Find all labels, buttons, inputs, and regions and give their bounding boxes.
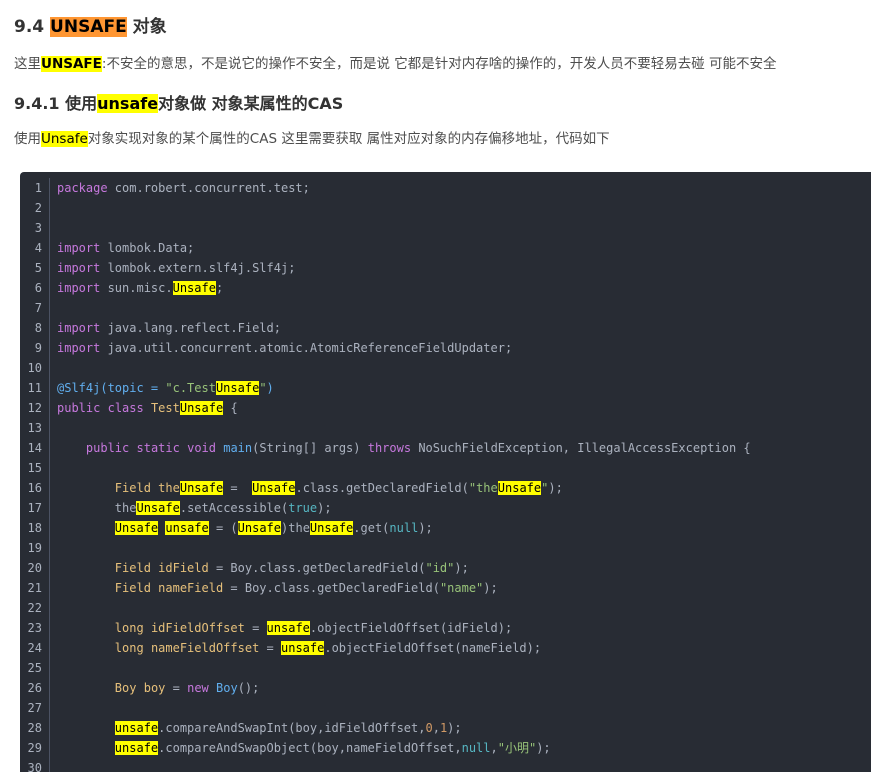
line-number: 8 [20,318,50,338]
code-line: 13 [20,418,57,438]
line-number: 28 [20,718,50,738]
search-highlight: unsafe [97,94,159,113]
code-line: 23 long idFieldOffset = unsafe.objectFie… [20,618,512,638]
heading-text: 对象 [126,17,167,37]
code-line: 6 import sun.misc.Unsafe; [20,278,223,298]
code-line: 24 long nameFieldOffset = unsafe.objectF… [20,638,541,658]
line-number: 14 [20,438,50,458]
line-number: 25 [20,658,50,678]
line-number: 16 [20,478,50,498]
code-line: 7 [20,298,57,318]
line-number: 27 [20,698,50,718]
line-number: 21 [20,578,50,598]
line-number: 10 [20,358,50,378]
code-line: 16 Field theUnsafe = Unsafe.class.getDec… [20,478,563,498]
line-number: 2 [20,198,50,218]
code-line: 4 import lombok.Data; [20,238,194,258]
para-text: 使用 [14,131,41,147]
code-line: 18 Unsafe unsafe = (Unsafe)theUnsafe.get… [20,518,433,538]
code-line: 2 [20,198,57,218]
line-number: 12 [20,398,50,418]
line-number: 26 [20,678,50,698]
code-line: 17 theUnsafe.setAccessible(true); [20,498,332,518]
intro-paragraph: 这里UNSAFE:不安全的意思，不是说它的操作不安全，而是说 它都是针对内存啥的… [14,53,777,75]
line-number: 13 [20,418,50,438]
code-line: 27 [20,698,57,718]
code-line: 26 Boy boy = new Boy(); [20,678,259,698]
section-heading-9-4-1: 9.4.1 使用unsafe对象做 对象某属性的CAS [14,92,343,116]
code-line: 1 package com.robert.concurrent.test; [20,178,310,198]
heading-text: 9.4.1 使用 [14,94,98,113]
search-highlight: UNSAFE [50,17,127,37]
line-number: 17 [20,498,50,518]
code-line: 28 unsafe.compareAndSwapInt(boy,idFieldO… [20,718,462,738]
code-line: 10 [20,358,57,378]
line-number: 4 [20,238,50,258]
code-line: 8 import java.lang.reflect.Field; [20,318,281,338]
line-number: 9 [20,338,50,358]
code-line: 25 [20,658,57,678]
code-line: 22 [20,598,57,618]
code-line: 29 unsafe.compareAndSwapObject(boy,nameF… [20,738,551,758]
code-line: 9 import java.util.concurrent.atomic.Atom… [20,338,512,358]
line-number: 15 [20,458,50,478]
heading-number: 9.4 [14,17,51,37]
line-number: 5 [20,258,50,278]
line-number: 6 [20,278,50,298]
code-line: 14 public static void main(String[] args… [20,438,751,458]
line-number: 7 [20,298,50,318]
line-number: 24 [20,638,50,658]
line-number: 22 [20,598,50,618]
heading-text: 对象做 对象某属性的CAS [158,94,344,113]
para-text: 对象实现对象的某个属性的CAS 这里需要获取 属性对应对象的内存偏移地址，代码如… [87,131,610,147]
line-number: 1 [20,178,50,198]
code-line: 11 @Slf4j(topic = "c.TestUnsafe") [20,378,274,398]
line-number: 23 [20,618,50,638]
line-number: 18 [20,518,50,538]
line-number: 3 [20,218,50,238]
code-line: 21 Field nameField = Boy.class.getDeclar… [20,578,498,598]
description-paragraph: 使用Unsafe对象实现对象的某个属性的CAS 这里需要获取 属性对应对象的内存… [14,128,610,150]
para-text: 这里 [14,56,41,72]
search-highlight: UNSAFE [41,56,102,72]
line-number: 19 [20,538,50,558]
code-line: 5 import lombok.extern.slf4j.Slf4j; [20,258,295,278]
code-line: 12 public class TestUnsafe { [20,398,238,418]
code-line: 20 Field idField = Boy.class.getDeclared… [20,558,469,578]
search-highlight: Unsafe [41,131,88,147]
code-line: 3 [20,218,57,238]
para-text: :不安全的意思，不是说它的操作不安全，而是说 它都是针对内存啥的操作的，开发人员… [101,56,777,72]
line-number: 20 [20,558,50,578]
code-line: 19 [20,538,57,558]
line-number: 30 [20,758,50,772]
line-number: 29 [20,738,50,758]
line-number: 11 [20,378,50,398]
code-line: 30 [20,758,57,772]
section-heading-9-4: 9.4 UNSAFE 对象 [14,14,167,40]
code-line: 15 [20,458,57,478]
code-block[interactable]: 1 package com.robert.concurrent.test; 2 3… [20,172,871,772]
